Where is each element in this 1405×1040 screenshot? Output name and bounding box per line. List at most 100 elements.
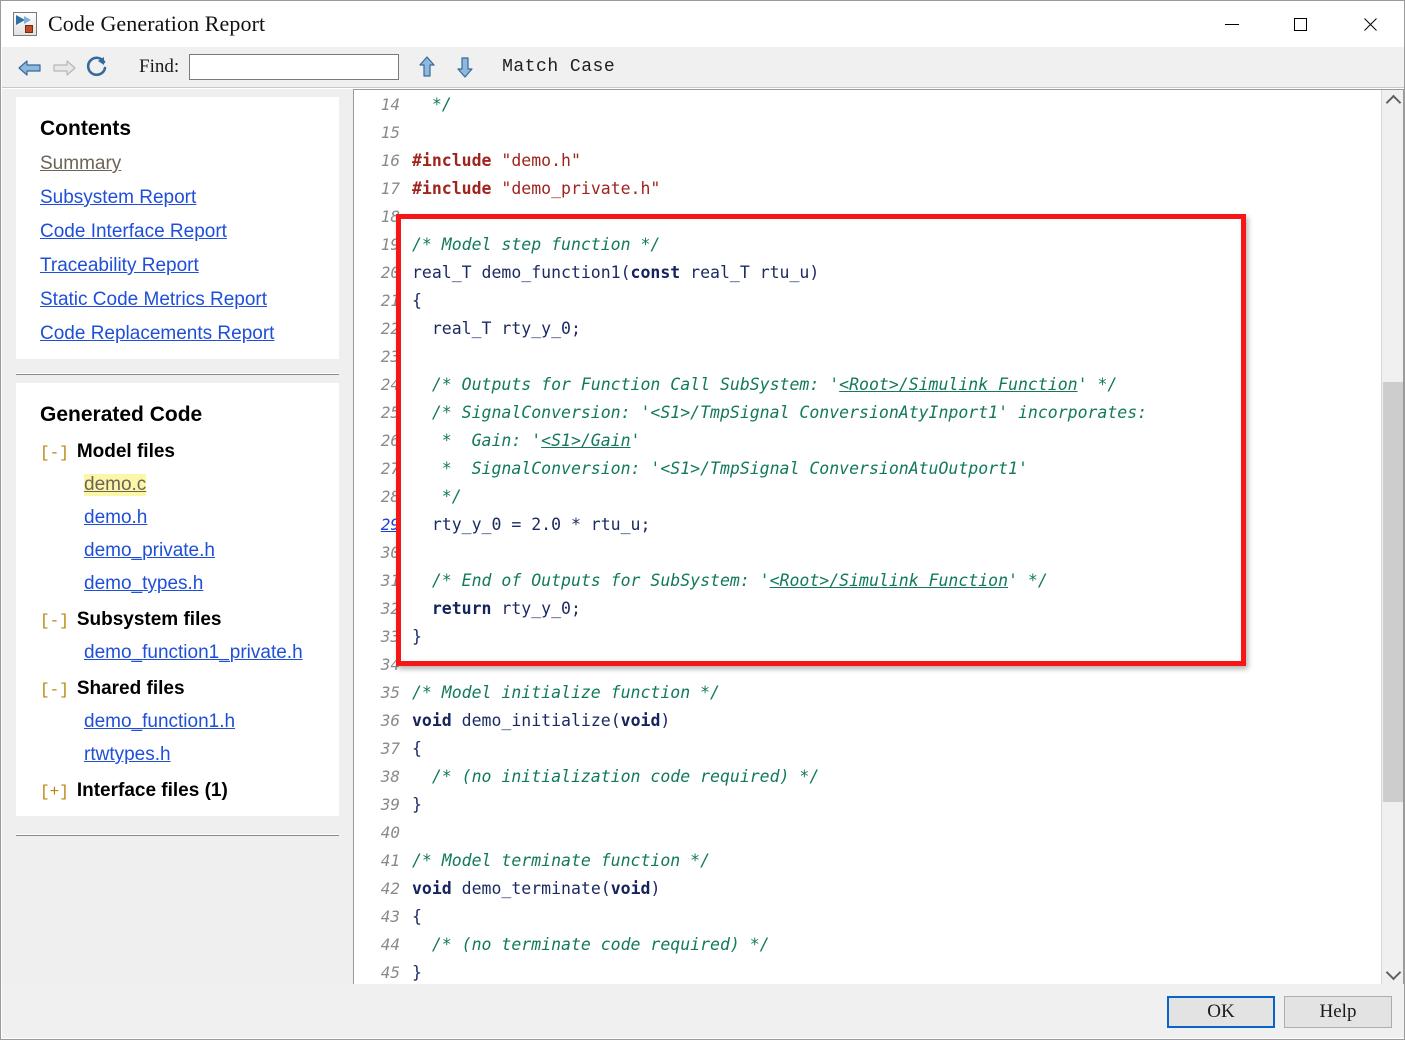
code-text: /* Model step function */ bbox=[412, 235, 660, 254]
code-line: 27 * SignalConversion: '<S1>/TmpSignal C… bbox=[354, 454, 1381, 482]
code-text: return rty_y_0; bbox=[412, 599, 581, 618]
tree-group-label: Subsystem files bbox=[77, 609, 222, 631]
back-button[interactable] bbox=[12, 52, 46, 82]
tree-group-model-files[interactable]: [-] Model files bbox=[40, 441, 325, 463]
line-number: 36 bbox=[354, 711, 412, 730]
sidebar-link-subsystem-report[interactable]: Subsystem Report bbox=[40, 187, 196, 209]
code-line: 19/* Model step function */ bbox=[354, 230, 1381, 258]
ok-button[interactable]: OK bbox=[1167, 996, 1275, 1028]
file-link-demo-h[interactable]: demo.h bbox=[84, 507, 147, 529]
code-text: /* SignalConversion: '<S1>/TmpSignal Con… bbox=[412, 403, 1147, 422]
sidebar-link-code-replacements-report[interactable]: Code Replacements Report bbox=[40, 323, 274, 345]
search-input[interactable] bbox=[189, 54, 399, 80]
code-line: 37{ bbox=[354, 734, 1381, 762]
code-token: #include bbox=[412, 151, 491, 170]
simulink-report-icon bbox=[13, 12, 37, 36]
code-token: /* SignalConversion: '<S1>/TmpSignal Con… bbox=[412, 403, 1147, 422]
sidebar-link-summary[interactable]: Summary bbox=[40, 153, 121, 175]
code-token: /* (no terminate code required) */ bbox=[412, 935, 770, 954]
code-text: { bbox=[412, 291, 422, 310]
code-scrollbar[interactable] bbox=[1381, 90, 1403, 985]
file-link-rtwtypes-h[interactable]: rtwtypes.h bbox=[84, 744, 171, 766]
tree-group-label: Model files bbox=[77, 441, 175, 463]
tree-group-subsystem-files[interactable]: [-] Subsystem files bbox=[40, 609, 325, 631]
code-line: 33} bbox=[354, 622, 1381, 650]
file-link-demo-function1-private-h[interactable]: demo_function1_private.h bbox=[84, 642, 303, 664]
file-link-demo-c[interactable]: demo.c bbox=[84, 474, 146, 496]
expand-toggle-icon[interactable]: [+] bbox=[40, 783, 69, 801]
line-number: 39 bbox=[354, 795, 412, 814]
code-token: } bbox=[412, 627, 422, 646]
code-line: 17#include "demo_private.h" bbox=[354, 174, 1381, 202]
code-text: */ bbox=[412, 95, 452, 114]
code-text: #include "demo_private.h" bbox=[412, 179, 660, 198]
code-token: ' */ bbox=[1078, 375, 1118, 394]
line-number: 15 bbox=[354, 123, 412, 142]
sidebar-link-static-code-metrics-report[interactable]: Static Code Metrics Report bbox=[40, 289, 267, 311]
line-number: 27 bbox=[354, 459, 412, 478]
line-number: 20 bbox=[354, 263, 412, 282]
code-token: /* Outputs for Function Call SubSystem: … bbox=[412, 375, 839, 394]
code-token: real_T demo_function1( bbox=[412, 263, 631, 282]
code-token: /* Model step function */ bbox=[412, 235, 660, 254]
scroll-up-button[interactable] bbox=[1382, 90, 1404, 112]
tree-group-interface-files[interactable]: [+] Interface files (1) bbox=[40, 780, 325, 802]
code-token: rty_y_0; bbox=[491, 599, 580, 618]
code-token: demo_initialize( bbox=[452, 711, 621, 730]
code-text: #include "demo.h" bbox=[412, 151, 581, 170]
contents-heading: Contents bbox=[40, 117, 325, 141]
code-line: 15 bbox=[354, 118, 1381, 146]
title-bar: Code Generation Report bbox=[1, 1, 1404, 47]
line-number: 22 bbox=[354, 319, 412, 338]
find-previous-button[interactable] bbox=[408, 52, 446, 82]
code-token: return bbox=[432, 599, 492, 618]
refresh-button[interactable] bbox=[80, 52, 114, 82]
file-link-demo-private-h[interactable]: demo_private.h bbox=[84, 540, 215, 562]
minimize-button[interactable] bbox=[1197, 1, 1266, 47]
code-token: /* Model terminate function */ bbox=[412, 851, 710, 870]
model-block-link[interactable]: <S1>/Gain bbox=[541, 431, 630, 450]
tree-group-label: Shared files bbox=[77, 678, 185, 700]
file-link-demo-function1-h[interactable]: demo_function1.h bbox=[84, 711, 235, 733]
line-number: 35 bbox=[354, 683, 412, 702]
code-line: 35/* Model initialize function */ bbox=[354, 678, 1381, 706]
code-token: void bbox=[412, 879, 452, 898]
scrollbar-thumb[interactable] bbox=[1383, 382, 1403, 802]
code-listing[interactable]: 14 */1516#include "demo.h"17#include "de… bbox=[354, 90, 1381, 985]
minimize-icon bbox=[1225, 24, 1239, 25]
close-icon bbox=[1362, 17, 1377, 32]
tree-group-shared-files[interactable]: [-] Shared files bbox=[40, 678, 325, 700]
collapse-toggle-icon[interactable]: [-] bbox=[40, 612, 69, 630]
code-token: } bbox=[412, 795, 422, 814]
match-case-option[interactable]: Match Case bbox=[502, 57, 615, 77]
code-line: 20real_T demo_function1(const real_T rtu… bbox=[354, 258, 1381, 286]
code-generation-report-window: Code Generation Report bbox=[0, 0, 1405, 1040]
sidebar-link-code-interface-report[interactable]: Code Interface Report bbox=[40, 221, 227, 243]
maximize-button[interactable] bbox=[1266, 1, 1335, 47]
code-token: #include bbox=[412, 179, 491, 198]
code-line: 32 return rty_y_0; bbox=[354, 594, 1381, 622]
close-button[interactable] bbox=[1335, 1, 1404, 47]
report-sidebar: Contents Summary Subsystem Report Code I… bbox=[2, 89, 353, 996]
code-line: 42void demo_terminate(void) bbox=[354, 874, 1381, 902]
code-text: /* Outputs for Function Call SubSystem: … bbox=[412, 375, 1117, 394]
forward-button[interactable] bbox=[46, 52, 80, 82]
model-block-link[interactable]: <Root>/Simulink Function bbox=[839, 375, 1077, 394]
collapse-toggle-icon[interactable]: [-] bbox=[40, 681, 69, 699]
file-link-demo-types-h[interactable]: demo_types.h bbox=[84, 573, 203, 595]
find-next-button[interactable] bbox=[446, 52, 484, 82]
sidebar-divider-bottom bbox=[16, 834, 339, 836]
scroll-down-button[interactable] bbox=[1382, 963, 1404, 985]
sidebar-link-traceability-report[interactable]: Traceability Report bbox=[40, 255, 199, 277]
line-number-link[interactable]: 29 bbox=[354, 515, 412, 534]
collapse-toggle-icon[interactable]: [-] bbox=[40, 444, 69, 462]
code-token: void bbox=[621, 711, 661, 730]
code-token: ' bbox=[631, 431, 641, 450]
model-block-link[interactable]: <Root>/Simulink Function bbox=[770, 571, 1008, 590]
code-token: ' */ bbox=[1008, 571, 1048, 590]
help-button[interactable]: Help bbox=[1284, 996, 1392, 1028]
forward-arrow-icon bbox=[51, 58, 75, 76]
code-token bbox=[491, 151, 501, 170]
code-token: * SignalConversion: '<S1>/TmpSignal Conv… bbox=[412, 459, 1028, 478]
generated-code-panel: Generated Code [-] Model files demo.c de… bbox=[16, 383, 339, 816]
